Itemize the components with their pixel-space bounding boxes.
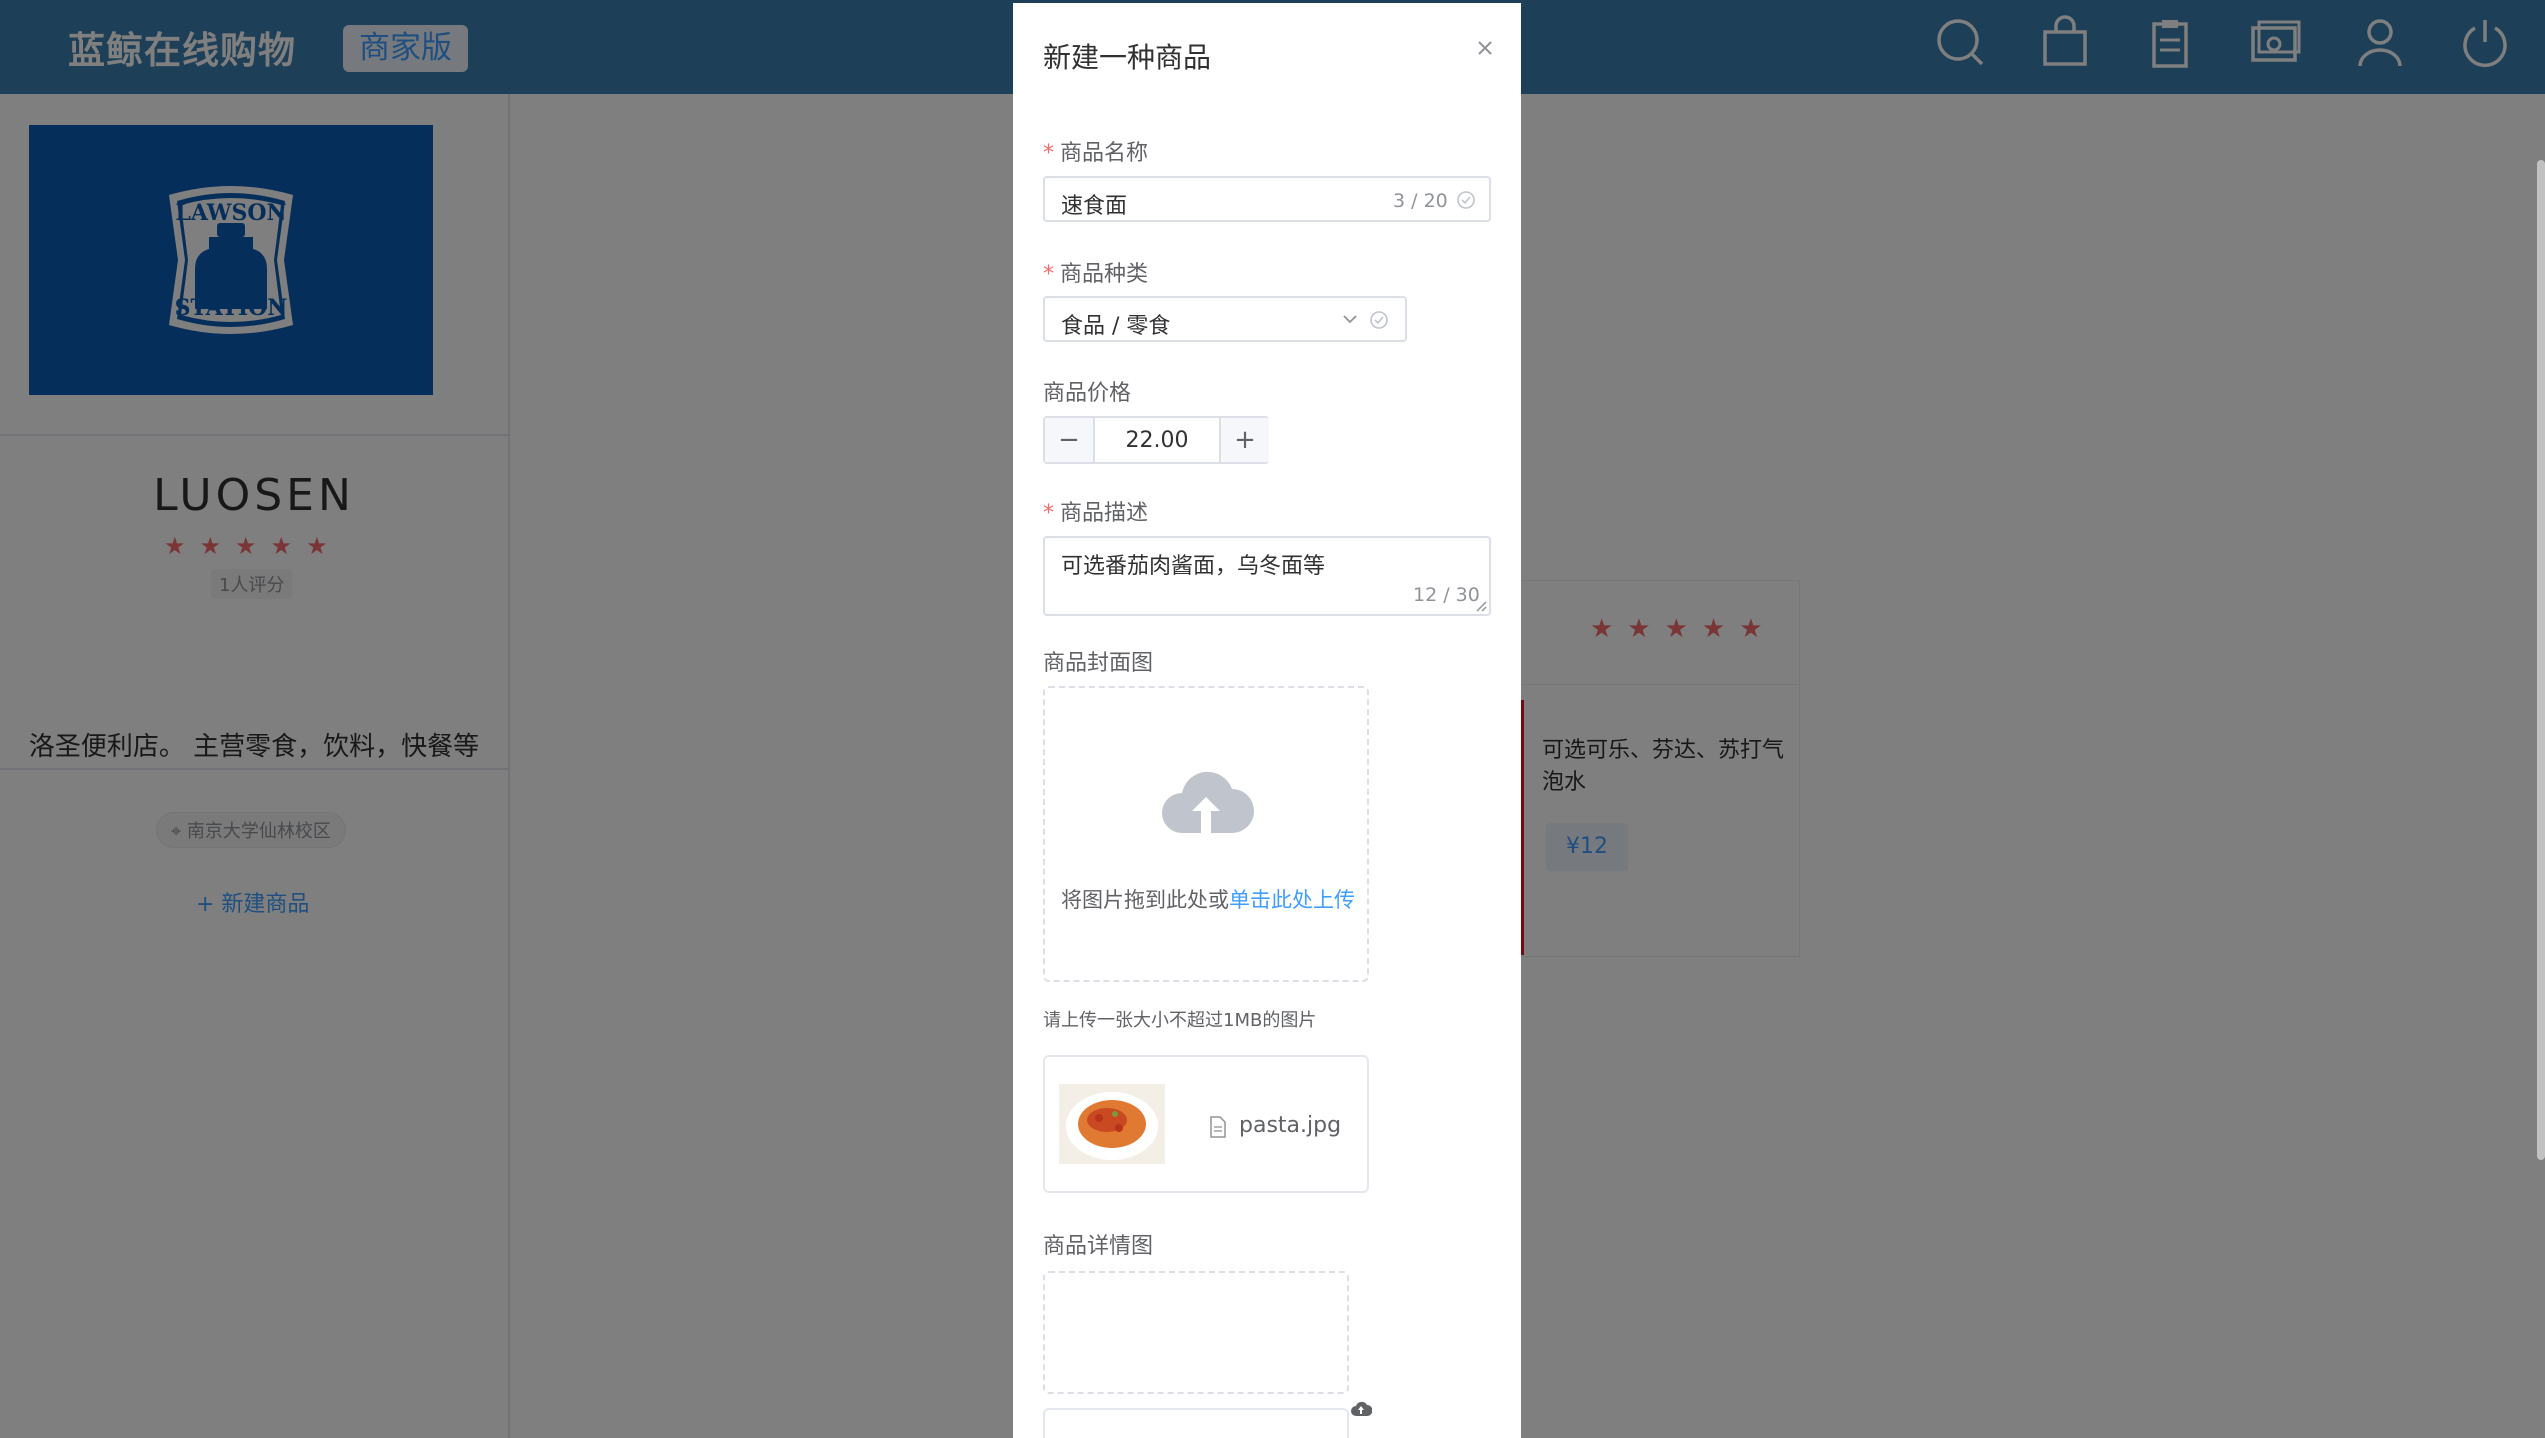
file-name: pasta.jpg	[1239, 1113, 1342, 1138]
char-count: 12 / 30	[1413, 584, 1480, 606]
chevron-down-icon	[1343, 315, 1357, 324]
cloud-upload-icon	[1162, 771, 1254, 833]
char-count: 3 / 20	[1393, 190, 1448, 212]
decrease-button[interactable]: −	[1045, 418, 1095, 462]
product-description-textarea[interactable]: 可选番茄肉酱面，乌冬面等 12 / 30	[1043, 536, 1491, 616]
product-name-label: * 商品名称	[1043, 135, 1148, 167]
dialog-title: 新建一种商品	[1043, 41, 1212, 74]
drag-text: 将图片拖到此处或	[1061, 888, 1229, 912]
product-category-select[interactable]: 食品 / 零食	[1043, 296, 1407, 342]
product-price-label: 商品价格	[1043, 381, 1132, 406]
product-name-value: 速食面	[1061, 194, 1128, 219]
pasta-thumbnail	[1059, 1084, 1165, 1164]
page-scrollbar[interactable]	[2537, 160, 2545, 1160]
detail-upload-dropzone[interactable]	[1043, 1271, 1349, 1394]
cover-image-label: 商品封面图	[1043, 651, 1154, 676]
new-product-dialog: 新建一种商品 * 商品名称 速食面 3 / 20 * 商品种类 食品 / 零食 商品…	[1013, 3, 1521, 1438]
product-category-label: * 商品种类	[1043, 256, 1148, 288]
cover-upload-dropzone[interactable]: 将图片拖到此处或单击此处上传	[1043, 686, 1369, 982]
required-mark: *	[1043, 501, 1054, 526]
price-value[interactable]: 22.00	[1095, 428, 1219, 453]
check-circle-icon	[1370, 311, 1388, 329]
close-icon[interactable]	[1470, 33, 1500, 63]
required-mark: *	[1043, 141, 1054, 166]
product-description-label: * 商品描述	[1043, 495, 1148, 527]
document-icon	[1210, 1116, 1226, 1138]
required-mark: *	[1043, 262, 1054, 287]
detail-file-item[interactable]	[1043, 1408, 1349, 1438]
label-text: 商品种类	[1060, 262, 1149, 287]
label-text: 商品描述	[1060, 501, 1149, 526]
check-circle-icon	[1457, 191, 1475, 209]
product-category-value: 食品 / 零食	[1061, 314, 1171, 339]
cloud-upload-icon[interactable]	[1350, 1400, 1372, 1418]
increase-button[interactable]: +	[1219, 418, 1269, 462]
product-description-value: 可选番茄肉酱面，乌冬面等	[1061, 554, 1326, 579]
price-stepper: − 22.00 +	[1043, 416, 1269, 464]
label-text: 商品名称	[1060, 141, 1149, 166]
detail-image-label: 商品详情图	[1043, 1234, 1154, 1259]
resize-handle-icon[interactable]	[1475, 600, 1487, 612]
click-upload-link[interactable]: 单击此处上传	[1229, 888, 1355, 912]
upload-tip: 请上传一张大小不超过1MB的图片	[1043, 1010, 1317, 1031]
product-name-input[interactable]: 速食面 3 / 20	[1043, 176, 1491, 222]
uploaded-file-item[interactable]: pasta.jpg	[1043, 1055, 1369, 1193]
upload-instruction: 将图片拖到此处或单击此处上传	[1045, 884, 1371, 914]
